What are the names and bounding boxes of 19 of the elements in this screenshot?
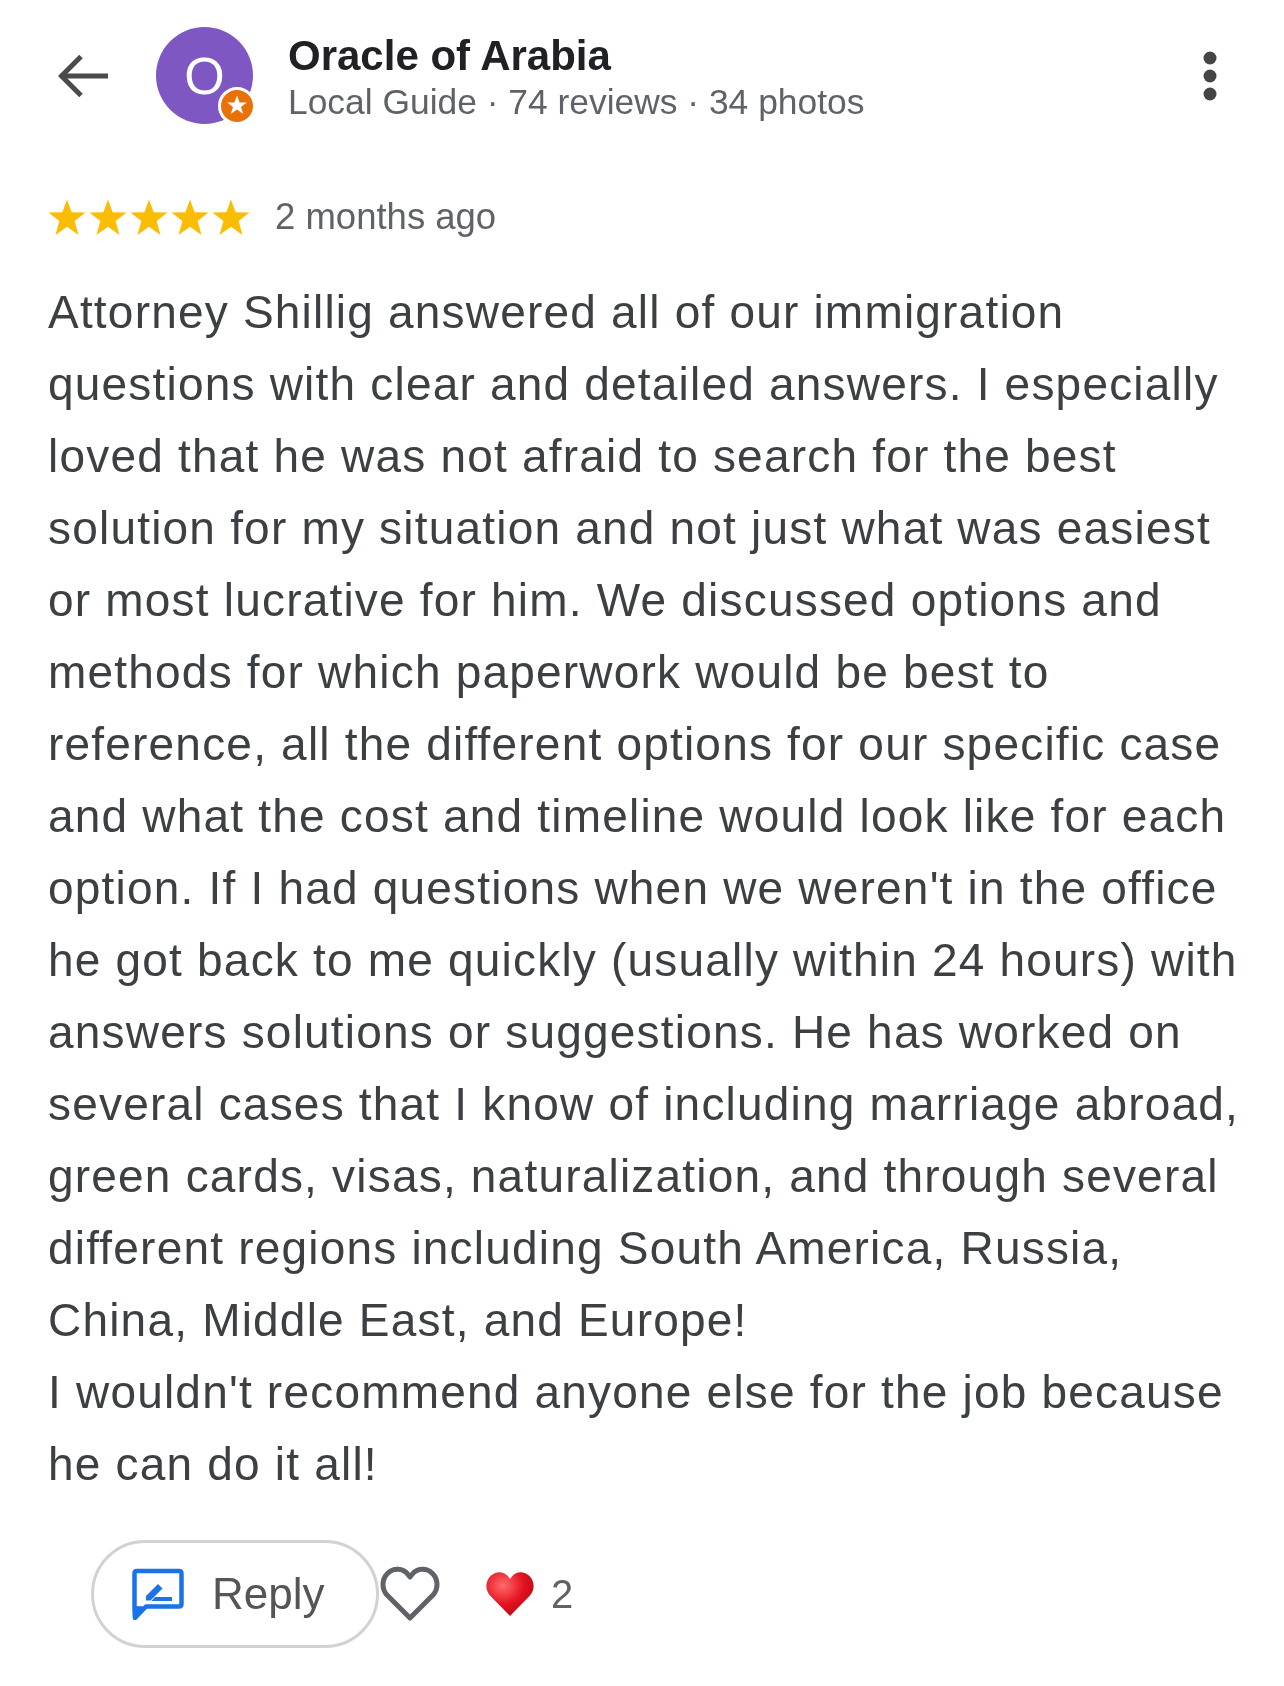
more-options-icon <box>1202 50 1218 101</box>
star-icon <box>130 198 168 236</box>
review-text: I wouldn't recommend anyone else for the job because he can do it all! <box>48 1365 1225 1492</box>
star-icon <box>171 198 209 236</box>
review-text: Attorney Shillig answered all of our immigration questions with clear and detailed answers. I especially loved that he was not afraid to search for the best solution for my situation and not just what was easiest or most lucrative for him. We discussed options and methods for which paperwork would be best to reference, all the different options for our specific case and what the cost and timeline would look like for each option. If I had questions when we weren't in the office he got back to me quickly (usually within 24 hours) with answers solutions or suggestions. He has worked on several cases that I know of including marriage abroad, green cards, visas, naturalization, and through several different regions including South America, Russia, China, Middle East, and Europe! <box>48 285 1241 1348</box>
review-time: 2 months ago <box>275 198 497 236</box>
more-options-button[interactable] <box>1202 50 1218 101</box>
avatar-initial: O <box>184 49 225 102</box>
like-heart-icon[interactable] <box>379 1565 441 1623</box>
reaction-count: 2 <box>551 1571 574 1618</box>
filled-heart-icon <box>485 1570 535 1618</box>
star-icon <box>48 198 86 236</box>
reviewer-name: Oracle of Arabia <box>288 32 612 79</box>
reply-button[interactable]: Reply <box>91 1540 379 1648</box>
reply-pen-icon <box>132 1568 184 1620</box>
star-icon <box>89 198 127 236</box>
star-icon <box>212 198 250 236</box>
back-button[interactable] <box>58 53 110 98</box>
reviewer-stats: Local Guide · 74 reviews · 34 photos <box>288 80 865 123</box>
